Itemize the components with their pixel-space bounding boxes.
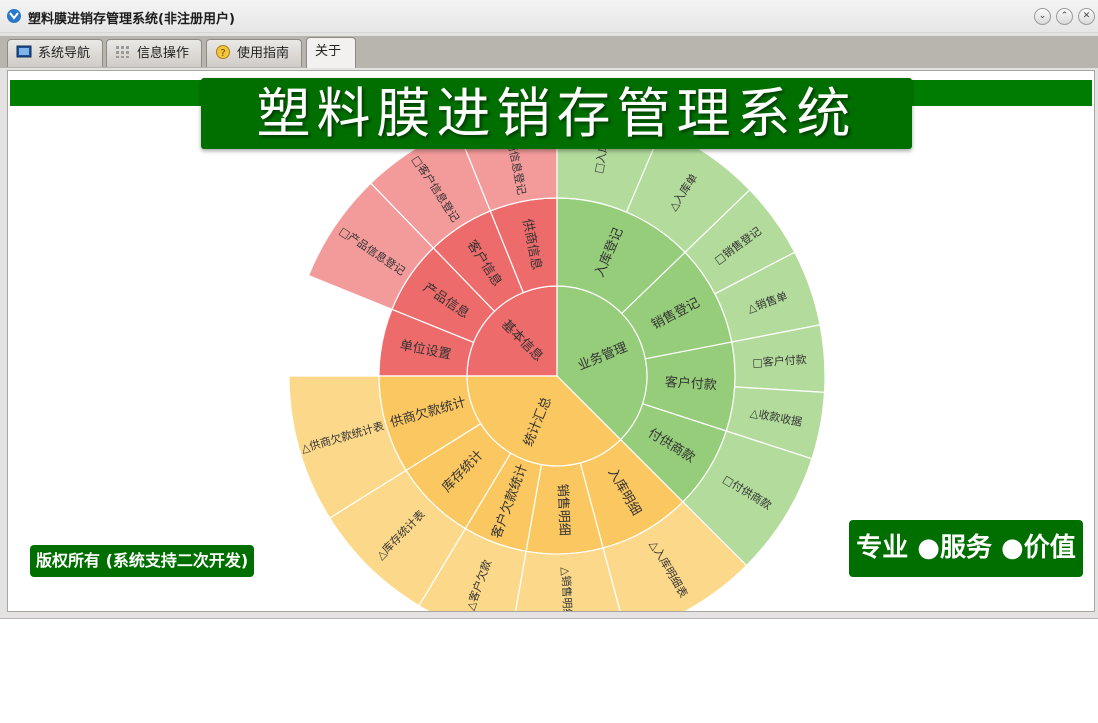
- minimize-button[interactable]: ⌄: [1034, 8, 1051, 25]
- sunburst-branch-label: 销售明细: [554, 484, 572, 537]
- sunburst-branch-label: 客户付款: [664, 374, 717, 393]
- restore-button[interactable]: ⌃: [1056, 8, 1073, 25]
- tab-label: 系统导航: [38, 46, 91, 61]
- title-bar: 塑料膜进销存管理系统(非注册用户) ⌄ ⌃ ✕: [0, 0, 1098, 33]
- close-button[interactable]: ✕: [1078, 8, 1095, 25]
- tab-strip: 系统导航 信息操作 ? 使用指南 关于: [0, 36, 1098, 68]
- tab-about[interactable]: 关于: [306, 37, 356, 68]
- slogan-badge: 专业 ●服务 ●价值: [849, 520, 1083, 577]
- tab-label: 关于: [315, 44, 342, 59]
- help-icon: ?: [215, 42, 231, 59]
- window-title: 塑料膜进销存管理系统(非注册用户): [28, 12, 235, 27]
- copyright-badge: 版权所有 (系统支持二次开发): [30, 545, 255, 577]
- app-logo-icon: [7, 9, 21, 23]
- banner: 塑料膜进销存管理系统: [201, 78, 912, 149]
- grid-icon: [115, 42, 131, 58]
- tab-label: 信息操作: [137, 46, 190, 61]
- tab-system-nav[interactable]: 系统导航: [7, 39, 103, 67]
- sunburst-leaf-label: △销售明细表: [559, 567, 576, 611]
- tab-user-guide[interactable]: ? 使用指南: [206, 39, 302, 67]
- tab-label: 使用指南: [237, 46, 290, 61]
- tab-info-ops[interactable]: 信息操作: [106, 39, 202, 67]
- about-panel: 基本信息 单位设置 产品信息 □产品信息登记 客户信息 □客户信息登记 供商信息 □供商信息登…: [7, 70, 1095, 612]
- svg-text:?: ?: [220, 48, 225, 59]
- banner-title: 塑料膜进销存管理系统: [256, 82, 857, 145]
- app-window: 塑料膜进销存管理系统(非注册用户) ⌄ ⌃ ✕ 系统导航 信息操作 ? 使用指南…: [0, 0, 1098, 619]
- monitor-icon: [16, 42, 32, 58]
